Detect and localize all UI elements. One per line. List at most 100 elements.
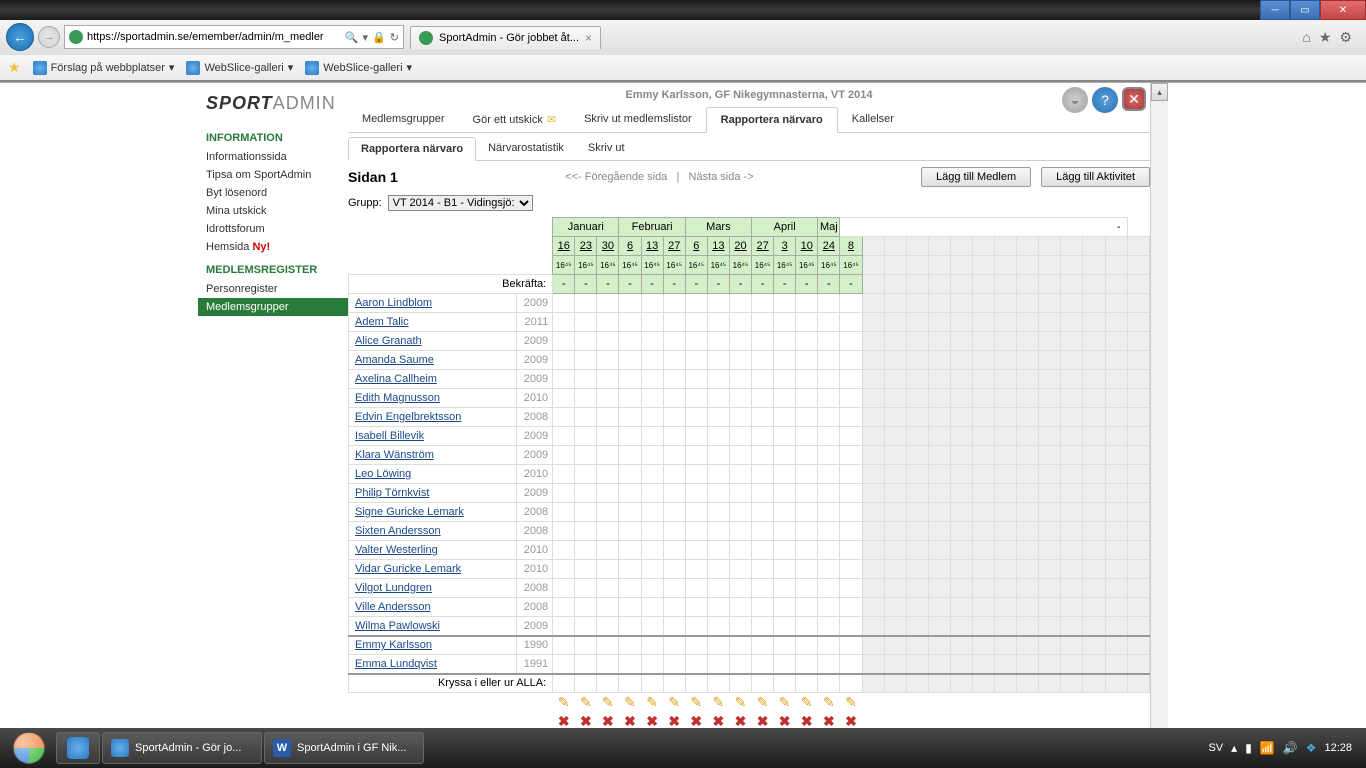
attendance-cell[interactable] — [663, 579, 685, 598]
attendance-cell[interactable] — [796, 541, 818, 560]
edit-icon[interactable]: ✎ — [735, 694, 747, 710]
profile-icon[interactable]: ◒ — [1062, 87, 1088, 113]
attendance-cell[interactable] — [707, 408, 729, 427]
attendance-cell[interactable] — [619, 389, 641, 408]
attendance-cell[interactable] — [685, 370, 707, 389]
attendance-cell[interactable] — [729, 617, 751, 636]
delete-icon[interactable]: ✖ — [602, 713, 614, 729]
attendance-cell[interactable] — [707, 503, 729, 522]
attendance-cell[interactable] — [575, 313, 597, 332]
attendance-cell[interactable] — [619, 294, 641, 313]
flag-icon[interactable]: ▮ — [1245, 741, 1252, 755]
attendance-cell[interactable] — [707, 351, 729, 370]
attendance-cell[interactable] — [663, 294, 685, 313]
edit-icon[interactable]: ✎ — [823, 694, 835, 710]
attendance-cell[interactable] — [752, 351, 774, 370]
attendance-cell[interactable] — [707, 617, 729, 636]
attendance-cell[interactable] — [597, 351, 619, 370]
attendance-cell[interactable] — [685, 446, 707, 465]
attendance-cell[interactable] — [818, 579, 840, 598]
attendance-cell[interactable] — [619, 541, 641, 560]
edit-icon[interactable]: ✎ — [668, 694, 680, 710]
attendance-cell[interactable] — [796, 408, 818, 427]
confirm-cell[interactable]: - — [707, 275, 729, 294]
attendance-cell[interactable] — [641, 408, 663, 427]
attendance-cell[interactable] — [641, 427, 663, 446]
confirm-cell[interactable]: - — [575, 275, 597, 294]
attendance-cell[interactable] — [774, 598, 796, 617]
attendance-cell[interactable] — [752, 370, 774, 389]
attendance-cell[interactable] — [597, 446, 619, 465]
attendance-cell[interactable] — [707, 313, 729, 332]
attendance-cell[interactable] — [707, 522, 729, 541]
tab-close-icon[interactable]: × — [585, 31, 592, 45]
attendance-cell[interactable] — [619, 408, 641, 427]
day-header[interactable]: 6 — [619, 237, 641, 256]
main-tab[interactable]: Rapportera närvaro — [706, 107, 838, 133]
attendance-cell[interactable] — [774, 503, 796, 522]
attendance-cell[interactable] — [729, 598, 751, 617]
member-link[interactable]: Vilgot Lundgren — [355, 582, 432, 594]
attendance-cell[interactable] — [641, 522, 663, 541]
attendance-cell[interactable] — [641, 617, 663, 636]
favorites-icon[interactable]: ★ — [1319, 29, 1332, 46]
attendance-cell[interactable] — [840, 579, 862, 598]
prev-page-link[interactable]: <<- Föregående sida — [565, 171, 667, 183]
attendance-cell[interactable] — [597, 294, 619, 313]
day-header[interactable]: 23 — [575, 237, 597, 256]
confirm-cell[interactable]: - — [553, 275, 575, 294]
check-all-cell[interactable] — [685, 674, 707, 693]
attendance-cell[interactable] — [575, 446, 597, 465]
volume-icon[interactable]: 🔊 — [1283, 741, 1298, 755]
sub-tab[interactable]: Närvarostatistik — [476, 137, 576, 160]
attendance-cell[interactable] — [597, 313, 619, 332]
attendance-cell[interactable] — [729, 351, 751, 370]
attendance-cell[interactable] — [752, 655, 774, 674]
attendance-cell[interactable] — [752, 484, 774, 503]
attendance-cell[interactable] — [575, 522, 597, 541]
member-link[interactable]: Emmy Karlsson — [355, 639, 432, 651]
attendance-cell[interactable] — [575, 617, 597, 636]
attendance-cell[interactable] — [619, 598, 641, 617]
attendance-cell[interactable] — [641, 351, 663, 370]
member-link[interactable]: Philip Törnkvist — [355, 487, 429, 499]
attendance-cell[interactable] — [796, 465, 818, 484]
day-header[interactable]: 13 — [707, 237, 729, 256]
sidebar-link[interactable]: Personregister — [198, 280, 348, 298]
attendance-cell[interactable] — [707, 332, 729, 351]
home-icon[interactable]: ⌂ — [1302, 29, 1310, 46]
attendance-cell[interactable] — [774, 522, 796, 541]
member-link[interactable]: Edvin Engelbrektsson — [355, 411, 461, 423]
attendance-cell[interactable] — [685, 484, 707, 503]
attendance-cell[interactable] — [553, 465, 575, 484]
attendance-cell[interactable] — [796, 617, 818, 636]
attendance-cell[interactable] — [752, 427, 774, 446]
attendance-cell[interactable] — [641, 484, 663, 503]
sidebar-link[interactable]: Idrottsforum — [198, 220, 348, 238]
language-indicator[interactable]: SV — [1208, 742, 1223, 754]
start-button[interactable] — [4, 730, 54, 766]
attendance-cell[interactable] — [685, 579, 707, 598]
attendance-cell[interactable] — [553, 598, 575, 617]
main-tab[interactable]: Medlemsgrupper — [348, 107, 459, 132]
edit-icon[interactable]: ✎ — [845, 694, 857, 710]
attendance-cell[interactable] — [597, 408, 619, 427]
attendance-cell[interactable] — [774, 579, 796, 598]
attendance-cell[interactable] — [619, 636, 641, 655]
day-header[interactable]: 16 — [553, 237, 575, 256]
attendance-cell[interactable] — [707, 484, 729, 503]
attendance-cell[interactable] — [553, 522, 575, 541]
attendance-cell[interactable] — [685, 617, 707, 636]
attendance-cell[interactable] — [796, 332, 818, 351]
day-header[interactable]: 8 — [840, 237, 862, 256]
attendance-cell[interactable] — [729, 332, 751, 351]
attendance-cell[interactable] — [663, 389, 685, 408]
attendance-cell[interactable] — [707, 446, 729, 465]
attendance-cell[interactable] — [575, 484, 597, 503]
edit-icon[interactable]: ✎ — [801, 694, 813, 710]
attendance-cell[interactable] — [685, 294, 707, 313]
attendance-cell[interactable] — [597, 617, 619, 636]
attendance-cell[interactable] — [597, 389, 619, 408]
attendance-cell[interactable] — [729, 503, 751, 522]
day-header[interactable]: 27 — [752, 237, 774, 256]
